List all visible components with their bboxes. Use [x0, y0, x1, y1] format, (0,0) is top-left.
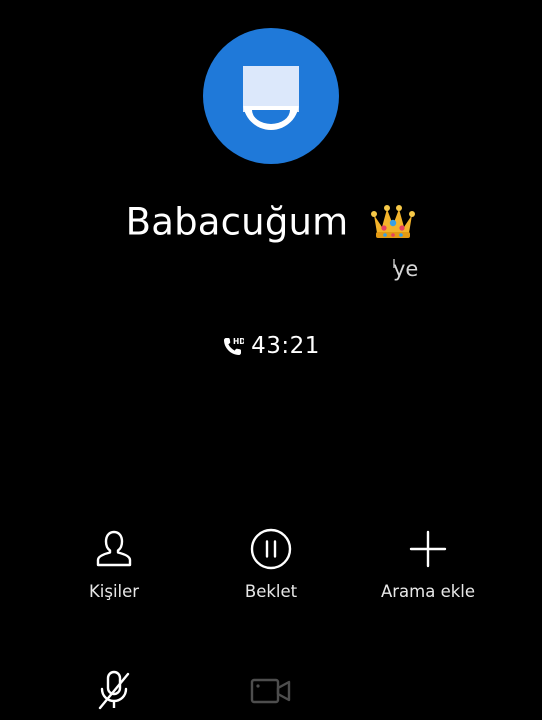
hold-label: Beklet — [244, 582, 298, 601]
add-call-label: Arama ekle — [380, 582, 476, 601]
contact-avatar — [203, 28, 339, 164]
crown-icon — [370, 202, 416, 240]
contacts-icon — [92, 527, 136, 571]
caller-location: ye — [393, 257, 419, 281]
hold-button[interactable]: Beklet — [181, 527, 361, 601]
video-call-button[interactable] — [181, 668, 361, 712]
person-placeholder-icon — [243, 66, 299, 130]
video-icon — [249, 668, 293, 712]
contacts-label: Kişiler — [88, 582, 140, 601]
hd-call-icon: HD — [222, 335, 246, 357]
add-call-button[interactable]: Arama ekle — [338, 527, 518, 601]
contacts-button[interactable]: Kişiler — [24, 527, 204, 601]
caller-name: Babacuğum — [0, 194, 542, 250]
plus-icon — [406, 527, 450, 571]
pause-icon — [249, 527, 293, 571]
caller-name-text: Babacuğum — [125, 200, 349, 244]
svg-text:HD: HD — [233, 337, 244, 346]
mute-button[interactable] — [24, 668, 204, 712]
call-status: HD 43:21 — [0, 330, 542, 362]
mute-icon — [92, 668, 136, 712]
call-timer: 43:21 — [251, 333, 320, 359]
